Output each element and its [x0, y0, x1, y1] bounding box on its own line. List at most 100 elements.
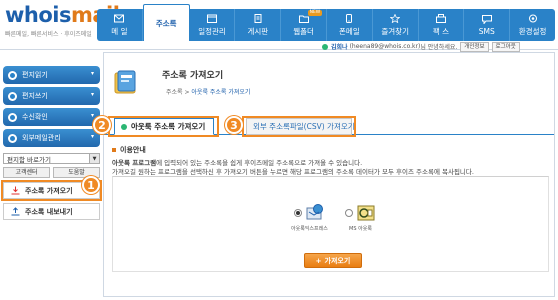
whoismail-logo[interactable]: whoismail 빠른메일, 빠른서비스 · 후이즈메일: [5, 3, 120, 43]
page-header: 주소록 가져오기 주소록 > 아웃룩 주소록 가져오기: [104, 53, 554, 107]
nav-label: 즐겨찾기: [381, 26, 409, 36]
nav-settings[interactable]: 환경설정: [510, 9, 555, 41]
nav-label: 메 일: [111, 26, 128, 36]
ms-outlook-radio[interactable]: [345, 209, 353, 217]
mail-icon: [114, 14, 125, 22]
folder-icon: [298, 15, 309, 23]
ms-outlook-icon: [357, 205, 375, 221]
option-label: 아웃룩익스프레스: [291, 226, 328, 232]
option-row: [293, 203, 325, 223]
logo-wordmark: whoismail: [5, 3, 120, 27]
sidebar-item-external-mail[interactable]: 외부메일관리 ▾: [3, 129, 100, 147]
phone-icon: [346, 13, 353, 23]
sidebar-item-receipt-check[interactable]: 수신확인 ▾: [3, 108, 100, 126]
nav-board[interactable]: 게시판: [235, 9, 282, 41]
sms-icon: [481, 14, 492, 24]
step-marker-2: 2: [93, 116, 111, 134]
chevron-down-icon: ▾: [90, 70, 94, 77]
chevron-down-icon: ▼: [89, 154, 99, 163]
nav-calendar[interactable]: 일정관리: [190, 9, 236, 41]
bullet-icon: [8, 133, 17, 143]
breadcrumb-root[interactable]: 주소록: [166, 89, 183, 96]
profile-button[interactable]: 개인정보: [460, 41, 489, 52]
nav-sms[interactable]: SMS: [464, 9, 511, 41]
highlight-box-tab2: [242, 116, 356, 137]
sidebar-item-write-mail[interactable]: 편지쓰기 ▾: [3, 87, 100, 105]
sidebar-export-contacts[interactable]: 주소록 내보내기: [3, 203, 100, 220]
chevron-down-icon: ▾: [90, 91, 94, 98]
customer-center-button[interactable]: 고객센터: [3, 167, 50, 178]
option-row: [345, 203, 376, 223]
bullet-icon: [8, 112, 17, 122]
settings-icon: [528, 14, 537, 22]
nav-label: 폰메일: [339, 26, 360, 36]
program-select-area: 아웃룩익스프레스 MS 아웃룩 + 가져오기: [112, 176, 549, 272]
logo-main-text: whois: [5, 3, 71, 27]
usage-guide: 이용안내 아웃룩 프로그램에 입력되어 있는 주소록을 쉽게 후이즈메일 주소록…: [112, 145, 552, 177]
option-outlook-express[interactable]: 아웃룩익스프레스: [291, 203, 328, 232]
guide-line-1-bold: 아웃룩 프로그램: [112, 159, 157, 167]
guide-line-1-rest: 에 입력되어 있는 주소록을 쉽게 후이즈메일 주소록으로 가져올 수 있습니다…: [156, 159, 363, 167]
nav-label: 환경설정: [518, 26, 547, 36]
top-header: whoismail 빠른메일, 빠른서비스 · 후이즈메일 메 일 주소록 일정…: [0, 0, 558, 52]
mailbox-shortcut-select[interactable]: 편지함 바로가기 ▼: [3, 153, 100, 164]
step-marker-1: 1: [82, 176, 100, 194]
logout-button[interactable]: 로그아웃: [491, 41, 520, 52]
guide-title: 이용안내: [112, 145, 552, 155]
nav-label: 팩 스: [432, 26, 450, 36]
outlook-express-icon: [306, 204, 323, 220]
chevron-down-icon: ▾: [90, 133, 94, 140]
nav-label: 일정관리: [198, 26, 226, 36]
step-marker-3: 3: [225, 116, 243, 134]
import-button-label: 가져오기: [324, 256, 351, 265]
nav-label: 게시판: [247, 26, 269, 36]
sidebar-item-label: 편지쓰기: [22, 92, 48, 100]
breadcrumb: 주소록 > 아웃룩 주소록 가져오기: [166, 87, 250, 96]
user-name: 김희나: [331, 44, 348, 51]
user-email: (heena89@whois.co.kr): [349, 43, 421, 50]
nav-label: 주소록: [155, 18, 177, 28]
main-nav: 메 일 주소록 일정관리 게시판 NEW 웹폴더 폰메일 즐겨찾기 팩 스 SM…: [97, 4, 555, 41]
new-badge: NEW: [307, 10, 323, 16]
fax-icon: [435, 13, 446, 23]
calendar-icon: [206, 14, 217, 23]
sidebar-item-label: 수신확인: [22, 113, 48, 121]
nav-favorites[interactable]: 즐겨찾기: [373, 9, 419, 41]
option-ms-outlook[interactable]: MS 아웃룩: [345, 203, 376, 232]
main-content: 주소록 가져오기 주소록 > 아웃룩 주소록 가져오기 아웃룩 주소록 가져오기…: [103, 52, 555, 297]
plus-icon: +: [315, 256, 322, 265]
square-bullet-icon: [112, 148, 116, 152]
sidebar-item-label: 편지읽기: [22, 71, 48, 79]
nav-phonemail[interactable]: 폰메일: [327, 9, 373, 41]
nav-webfolder[interactable]: NEW 웹폴더: [281, 9, 327, 41]
nav-label: SMS: [478, 26, 495, 36]
highlight-box-tab1: [108, 116, 219, 137]
board-icon: [254, 13, 262, 23]
user-status-icon: [322, 43, 328, 50]
breadcrumb-current: 아웃룩 주소록 가져오기: [191, 89, 251, 96]
option-label: MS 아웃룩: [349, 226, 372, 232]
sidebar-link-label: 주소록 가져오기: [25, 186, 73, 195]
bullet-icon: [8, 70, 17, 80]
outlook-express-radio[interactable]: [293, 209, 302, 217]
guide-line-1: 아웃룩 프로그램에 입력되어 있는 주소록을 쉽게 후이즈메일 주소록으로 가져…: [112, 159, 552, 168]
star-icon: [390, 13, 401, 23]
export-arrow-icon: [11, 207, 20, 216]
guide-title-text: 이용안내: [120, 146, 146, 154]
nav-label: 웹폴더: [293, 26, 314, 36]
sidebar-item-read-mail[interactable]: 편지읽기 ▾: [3, 66, 100, 84]
select-value: 편지함 바로가기: [7, 155, 51, 164]
import-button[interactable]: + 가져오기: [304, 253, 362, 268]
sidebar-link-label: 주소록 내보내기: [25, 207, 73, 216]
import-arrow-icon: [11, 186, 20, 195]
user-bar: 김희나 (heena89@whois.co.kr) 님 안녕하세요. 개인정보 …: [322, 41, 556, 52]
chevron-down-icon: ▾: [90, 112, 94, 119]
nav-fax[interactable]: 팩 스: [419, 9, 465, 41]
nav-address-book[interactable]: 주소록: [142, 4, 190, 41]
sidebar-item-label: 외부메일관리: [22, 134, 61, 142]
user-greeting: 님 안녕하세요.: [420, 44, 458, 51]
address-book-icon: [114, 70, 136, 94]
page-title: 주소록 가져오기: [162, 71, 224, 81]
nav-mail[interactable]: 메 일: [97, 9, 143, 41]
logo-tagline: 빠른메일, 빠른서비스 · 후이즈메일: [5, 31, 92, 38]
